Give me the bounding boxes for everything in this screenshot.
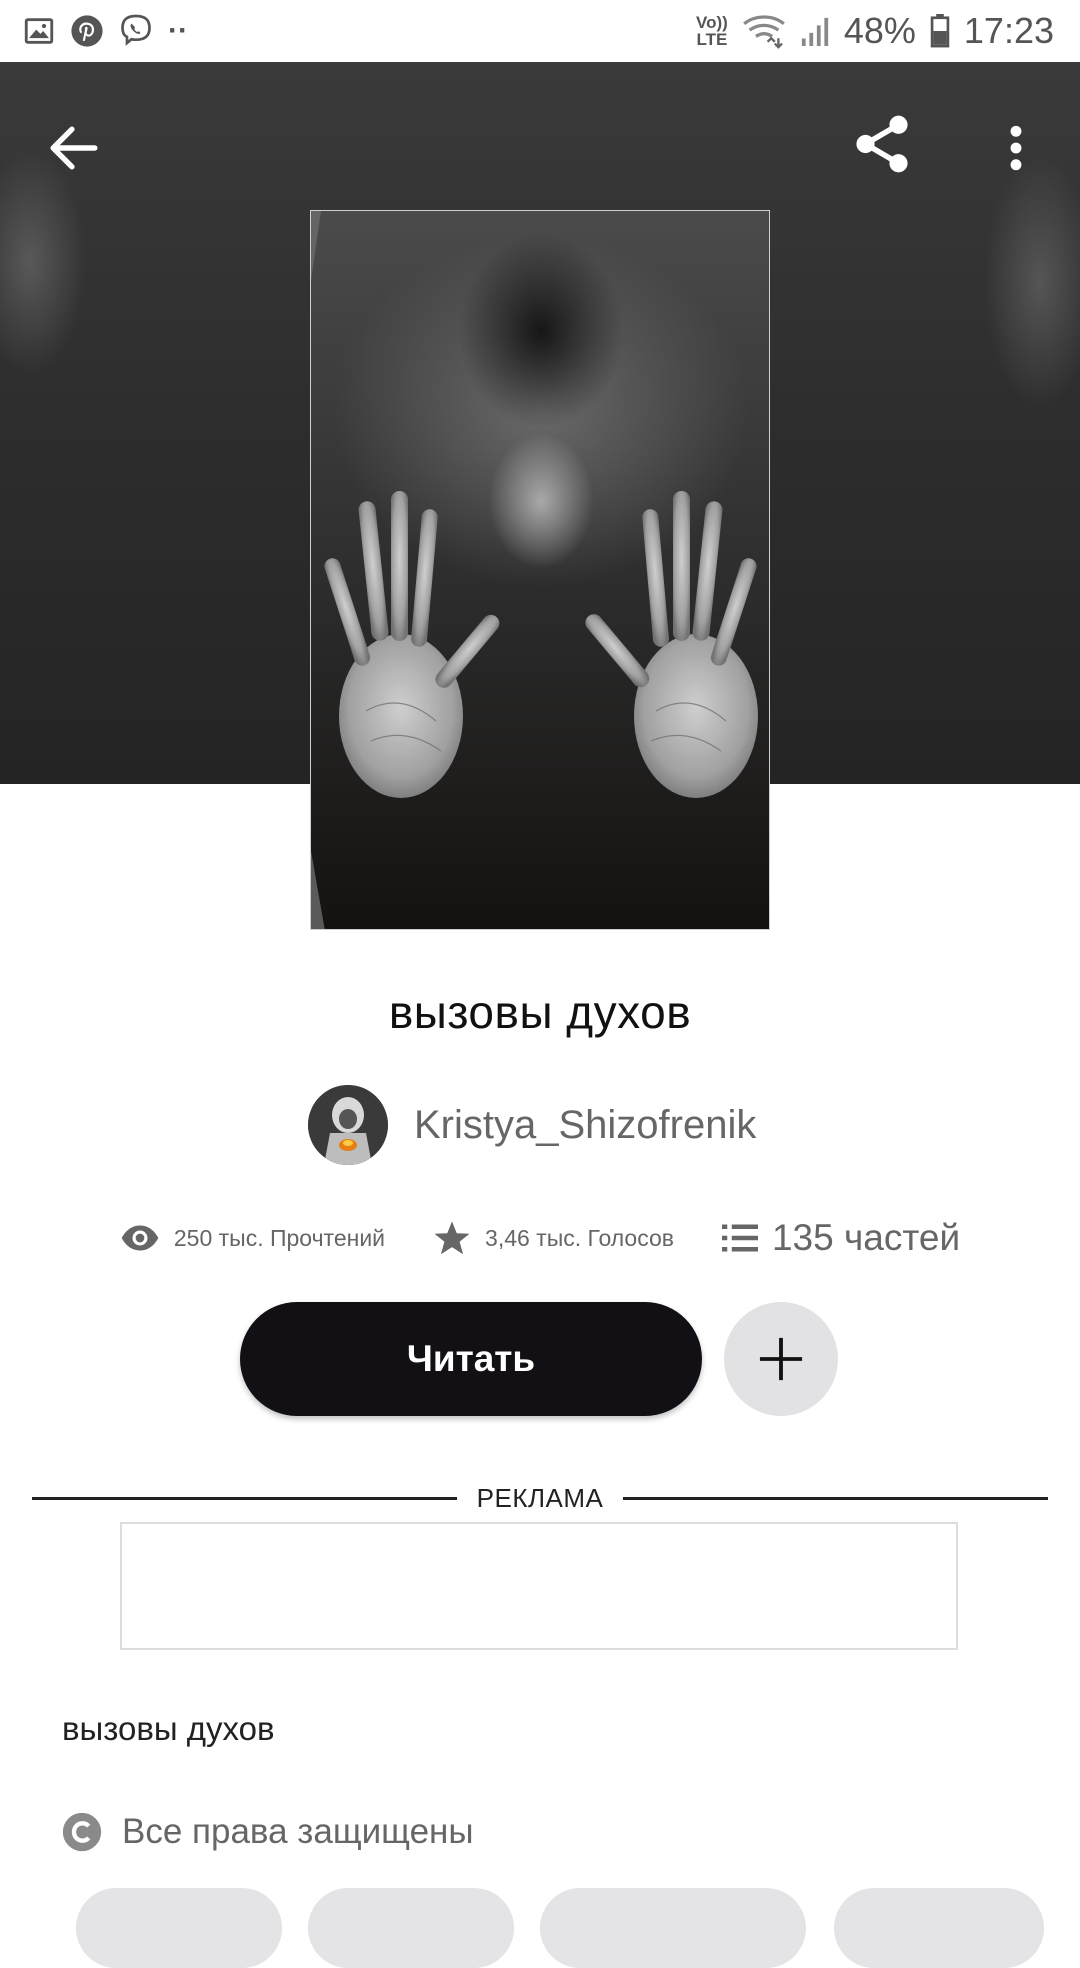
tag-chip[interactable]	[834, 1888, 1044, 1968]
more-notifications-indicator: ··	[168, 14, 188, 47]
author-name[interactable]: Kristya_Shizofrenik	[414, 1103, 756, 1148]
story-stats: 250 тыс. Прочтений 3,46 тыс. Голосов 135…	[0, 1210, 1080, 1266]
add-to-library-button[interactable]	[724, 1302, 838, 1416]
more-options-button[interactable]	[976, 108, 1056, 188]
ad-divider: РЕКЛАМА	[32, 1480, 1049, 1516]
volte-indicator: Vo)) LTE	[696, 14, 728, 48]
story-cover[interactable]	[310, 210, 770, 930]
back-button[interactable]	[34, 108, 114, 188]
ad-label: РЕКЛАМА	[476, 1482, 604, 1513]
battery-percentage: 48%	[843, 10, 916, 51]
author-avatar[interactable]	[308, 1085, 388, 1165]
more-vertical-icon	[1010, 125, 1022, 171]
reads-stat: 250 тыс. Прочтений	[120, 1224, 385, 1252]
share-button[interactable]	[840, 102, 924, 186]
tag-chip[interactable]	[308, 1888, 514, 1968]
star-icon	[434, 1221, 470, 1255]
copyright-text: Все права защищены	[122, 1812, 474, 1851]
votes-stat: 3,46 тыс. Голосов	[433, 1219, 674, 1257]
system-indicators: Vo)) LTE 48% 17:23	[696, 10, 1054, 52]
story-description: вызовы духов	[62, 1710, 275, 1747]
copyright-icon	[62, 1812, 102, 1852]
viber-notification-icon	[121, 14, 151, 46]
reads-count: 250 тыс. Прочтений	[173, 1224, 386, 1251]
cover-hands-image	[311, 211, 758, 929]
author-link[interactable]: Kristya_Shizofrenik	[308, 1085, 756, 1165]
list-icon	[721, 1224, 758, 1252]
wifi-icon	[743, 15, 785, 49]
volte-label: Vo))	[696, 13, 728, 32]
tag-chip[interactable]	[76, 1888, 282, 1968]
ad-divider-line-right	[623, 1496, 1049, 1500]
signal-icon	[801, 17, 828, 46]
eye-icon	[121, 1225, 159, 1251]
parts-count[interactable]: 135 частей	[772, 1217, 960, 1259]
lte-label: LTE	[696, 30, 728, 49]
back-arrow-icon	[50, 126, 98, 170]
share-icon	[856, 115, 908, 173]
copyright-row: Все права защищены	[62, 1812, 474, 1852]
notification-icons: ··	[22, 10, 188, 52]
gallery-notification-icon	[24, 18, 54, 44]
ad-divider-line-left	[32, 1496, 457, 1500]
tag-chip[interactable]	[540, 1888, 806, 1968]
avatar-image	[308, 1085, 388, 1165]
parts-stat[interactable]: 135 частей	[721, 1217, 960, 1259]
clock: 17:23	[963, 10, 1054, 51]
story-title: вызовы духов	[388, 986, 692, 1038]
plus-icon	[759, 1337, 803, 1381]
read-button[interactable]: Читать	[240, 1302, 702, 1416]
ad-banner[interactable]	[120, 1522, 958, 1650]
votes-count: 3,46 тыс. Голосов	[485, 1224, 674, 1251]
battery-icon	[930, 14, 950, 48]
pinterest-notification-icon	[71, 15, 103, 47]
status-bar: ·· Vo)) LTE 48% 17:23	[0, 0, 1080, 62]
